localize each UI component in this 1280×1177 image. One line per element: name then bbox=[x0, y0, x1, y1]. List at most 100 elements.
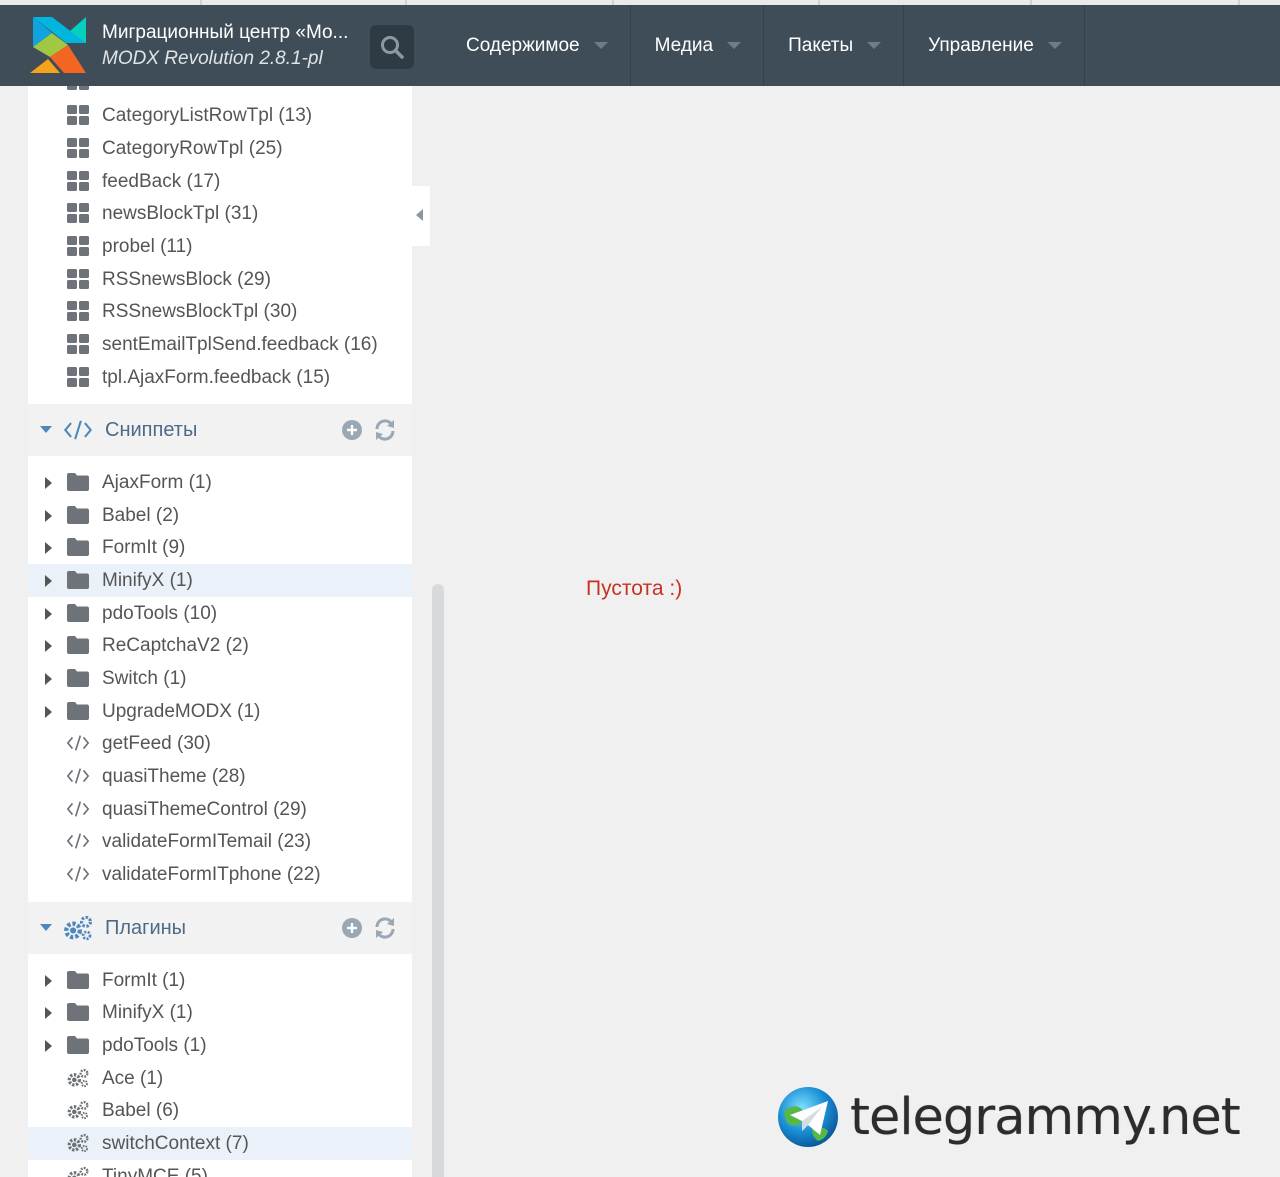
folder-icon bbox=[66, 1001, 90, 1023]
code-icon bbox=[66, 863, 90, 885]
tree-row-label: pdoTools (10) bbox=[102, 603, 218, 624]
nav-manage[interactable]: Управление bbox=[904, 5, 1085, 86]
expand-arrow-icon[interactable] bbox=[45, 706, 52, 718]
chunk-icon bbox=[66, 366, 90, 388]
tree-row-plugin[interactable]: TinyMCE (5) bbox=[28, 1160, 412, 1177]
tree-row-folder[interactable]: UpgradeMODX (1) bbox=[28, 695, 412, 728]
tree-row-snippet[interactable]: validateFormITemail (23) bbox=[28, 825, 412, 858]
tree-row-folder[interactable]: pdoTools (1) bbox=[28, 1029, 412, 1062]
nav-media[interactable]: Медиа bbox=[631, 5, 765, 86]
folder-icon bbox=[66, 1034, 90, 1056]
chunk-icon bbox=[66, 86, 90, 91]
elements-tree-panel: CategoryListRowTpl (13) CategoryRowTpl (… bbox=[28, 86, 412, 1177]
folder-icon bbox=[66, 536, 90, 558]
add-plugin-icon[interactable] bbox=[341, 917, 363, 939]
main-nav: Содержимое Медиа Пакеты Управление bbox=[424, 5, 1085, 86]
tree-row-folder[interactable]: MinifyX (1) bbox=[28, 996, 412, 1029]
tree-row-label: switchContext (7) bbox=[102, 1133, 249, 1154]
site-brand[interactable]: Миграционный центр «Мо... MODX Revolutio… bbox=[100, 5, 370, 86]
expand-arrow-icon[interactable] bbox=[45, 608, 52, 620]
tree-row-label: MinifyX (1) bbox=[102, 1002, 193, 1023]
chevron-left-icon bbox=[416, 209, 423, 221]
plugins-section-header[interactable]: Плагины bbox=[28, 902, 412, 954]
tree-row-label: ReCaptchaV2 (2) bbox=[102, 635, 249, 656]
tree-row-folder[interactable]: AjaxForm (1) bbox=[28, 466, 412, 499]
section-title: Плагины bbox=[105, 917, 187, 939]
tree-row-folder[interactable]: pdoTools (10) bbox=[28, 597, 412, 630]
tree-row-label: probel (11) bbox=[102, 236, 193, 257]
expand-arrow-icon[interactable] bbox=[45, 477, 52, 489]
tree-row-chunk[interactable]: feedBack (17) bbox=[28, 165, 412, 198]
tree-row-label: tpl.AjaxForm.feedback (15) bbox=[102, 367, 331, 388]
empty-content-message: Пустота :) bbox=[586, 577, 683, 600]
refresh-icon[interactable] bbox=[373, 418, 397, 442]
gears-icon bbox=[62, 915, 94, 941]
code-icon bbox=[66, 830, 90, 852]
tree-row-folder[interactable]: FormIt (9) bbox=[28, 531, 412, 564]
tree-row-label: Ace (1) bbox=[102, 1068, 164, 1089]
chunk-icon bbox=[66, 235, 90, 257]
tree-row-label: validateFormITphone (22) bbox=[102, 864, 321, 885]
telegram-globe-icon bbox=[778, 1087, 838, 1147]
chunk-icon bbox=[66, 333, 90, 355]
tree-row-snippet[interactable]: validateFormITphone (22) bbox=[28, 858, 412, 891]
expand-arrow-icon[interactable] bbox=[45, 640, 52, 652]
tree-row-chunk[interactable]: probel (11) bbox=[28, 230, 412, 263]
chunk-icon bbox=[66, 268, 90, 290]
site-title: Миграционный центр «Мо... bbox=[102, 21, 349, 43]
expand-arrow-icon[interactable] bbox=[45, 575, 52, 587]
collapse-panel-toggle[interactable] bbox=[412, 186, 430, 246]
collapse-arrow-icon[interactable] bbox=[40, 426, 52, 433]
nav-packages[interactable]: Пакеты bbox=[764, 5, 905, 86]
gears-icon bbox=[66, 1099, 90, 1121]
tree-row-label: UpgradeMODX (1) bbox=[102, 701, 261, 722]
tree-row-snippet[interactable]: quasiTheme (28) bbox=[28, 760, 412, 793]
nav-label: Управление bbox=[928, 34, 1034, 56]
tree-row-plugin[interactable]: Babel (6) bbox=[28, 1094, 412, 1127]
tree-row-chunk[interactable]: CategoryListRowTpl (13) bbox=[28, 99, 412, 132]
add-snippet-icon[interactable] bbox=[341, 419, 363, 441]
tree-row-folder[interactable]: Babel (2) bbox=[28, 499, 412, 532]
chevron-down-icon bbox=[867, 42, 882, 49]
snippets-section-header[interactable]: Сниппеты bbox=[28, 404, 412, 456]
refresh-icon[interactable] bbox=[373, 916, 397, 940]
tree-row-folder[interactable]: Switch (1) bbox=[28, 662, 412, 695]
tree-row-plugin[interactable]: Ace (1) bbox=[28, 1062, 412, 1095]
tree-row-label: AjaxForm (1) bbox=[102, 472, 212, 493]
tree-row-snippet[interactable]: getFeed (30) bbox=[28, 727, 412, 760]
tree-row-plugin-selected[interactable]: switchContext (7) bbox=[28, 1127, 412, 1160]
expand-arrow-icon[interactable] bbox=[45, 542, 52, 554]
expand-arrow-icon[interactable] bbox=[45, 1040, 52, 1052]
tree-row-chunk[interactable]: tpl.AjaxForm.feedback (15) bbox=[28, 361, 412, 394]
tree-row-snippet[interactable]: quasiThemeControl (29) bbox=[28, 793, 412, 826]
folder-icon bbox=[66, 667, 90, 689]
tree-scrollbar[interactable] bbox=[432, 584, 444, 1177]
nav-content[interactable]: Содержимое bbox=[424, 5, 631, 86]
tree-row-chunk[interactable]: newsBlockTpl (31) bbox=[28, 197, 412, 230]
tree-row-chunk[interactable]: sentEmailTplSend.feedback (16) bbox=[28, 328, 412, 361]
tree-row-chunk[interactable]: CategoryRowTpl (25) bbox=[28, 132, 412, 165]
search-button[interactable] bbox=[370, 25, 414, 69]
nav-label: Пакеты bbox=[788, 34, 854, 56]
tree-row-folder-selected[interactable]: MinifyX (1) bbox=[28, 564, 412, 597]
chunk-icon bbox=[66, 170, 90, 192]
folder-icon bbox=[66, 602, 90, 624]
search-icon bbox=[381, 36, 404, 59]
tree-row-label: sentEmailTplSend.feedback (16) bbox=[102, 334, 378, 355]
modx-logo-icon[interactable] bbox=[0, 5, 100, 86]
tree-row-label: feedBack (17) bbox=[102, 171, 221, 192]
tree-row-label: TinyMCE (5) bbox=[102, 1166, 208, 1177]
tree-row-folder[interactable]: FormIt (1) bbox=[28, 964, 412, 997]
code-icon bbox=[62, 417, 94, 443]
expand-arrow-icon[interactable] bbox=[45, 510, 52, 522]
tree-row-label: Switch (1) bbox=[102, 668, 187, 689]
expand-arrow-icon[interactable] bbox=[45, 975, 52, 987]
folder-icon bbox=[66, 700, 90, 722]
expand-arrow-icon[interactable] bbox=[45, 1007, 52, 1019]
collapse-arrow-icon[interactable] bbox=[40, 924, 52, 931]
expand-arrow-icon[interactable] bbox=[45, 673, 52, 685]
tree-row-chunk[interactable]: RSSnewsBlockTpl (30) bbox=[28, 295, 412, 328]
tree-row-cut[interactable] bbox=[28, 86, 412, 97]
tree-row-chunk[interactable]: RSSnewsBlock (29) bbox=[28, 263, 412, 296]
tree-row-folder[interactable]: ReCaptchaV2 (2) bbox=[28, 629, 412, 662]
